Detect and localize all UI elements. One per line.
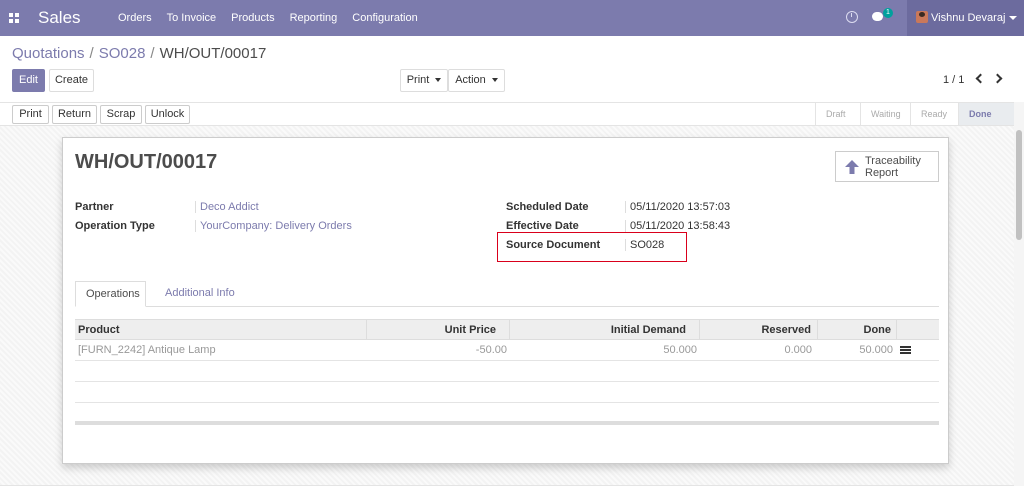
action-label: Action xyxy=(455,74,486,86)
table-empty-row xyxy=(75,361,939,382)
partner-label: Partner xyxy=(75,201,114,213)
record-title: WH/OUT/00017 xyxy=(75,151,218,173)
print-button[interactable]: Print xyxy=(12,105,49,124)
create-button[interactable]: Create xyxy=(49,69,94,92)
breadcrumb-current: WH/OUT/00017 xyxy=(159,45,267,62)
top-navbar: Sales Orders To Invoice Products Reporti… xyxy=(0,0,1024,36)
column-header-unit-price[interactable]: Unit Price xyxy=(367,320,510,340)
tab-operations[interactable]: Operations xyxy=(75,281,146,307)
detailed-operations-list-icon[interactable] xyxy=(900,346,911,354)
source-document-highlight xyxy=(497,232,687,262)
breadcrumb-so028[interactable]: SO028 xyxy=(99,45,146,62)
stage-done: Done xyxy=(958,103,1014,125)
column-header-product[interactable]: Product xyxy=(75,320,367,340)
initial-demand-cell: 50.000 xyxy=(663,344,697,356)
done-cell: 50.000 xyxy=(859,344,893,356)
column-header-reserved[interactable]: Reserved xyxy=(700,320,818,340)
table-footer xyxy=(75,421,939,425)
caret-down-icon xyxy=(1009,16,1017,20)
chevron-right-icon[interactable] xyxy=(992,73,1003,84)
scrollbar-thumb[interactable] xyxy=(1016,130,1022,240)
statusbar: Print Return Scrap Unlock Draft Waiting … xyxy=(0,102,1024,126)
app-name[interactable]: Sales xyxy=(38,8,81,28)
chevron-left-icon[interactable] xyxy=(975,73,986,84)
avatar xyxy=(916,11,928,23)
column-header-done[interactable]: Done xyxy=(818,320,897,340)
pager-value[interactable]: 1 / 1 xyxy=(943,74,964,86)
reserved-cell: 0.000 xyxy=(784,344,812,356)
table-header: Product Unit Price Initial Demand Reserv… xyxy=(75,319,939,340)
menu-item-configuration[interactable]: Configuration xyxy=(352,12,417,24)
stage-draft: Draft xyxy=(815,103,860,125)
partner-link[interactable]: Deco Addict xyxy=(195,201,259,213)
user-menu[interactable]: Vishnu Devaraj xyxy=(907,0,1024,36)
effective-date-label: Effective Date xyxy=(506,220,579,232)
product-cell: [FURN_2242] Antique Lamp xyxy=(78,344,216,356)
return-button[interactable]: Return xyxy=(52,105,97,124)
menu-item-orders[interactable]: Orders xyxy=(118,12,152,24)
scheduled-date-value: 05/11/2020 13:57:03 xyxy=(625,201,730,213)
stage-ready: Ready xyxy=(910,103,958,125)
menu-item-reporting[interactable]: Reporting xyxy=(290,12,338,24)
traceability-report-button[interactable]: Traceability Report xyxy=(835,151,939,182)
column-header-initial-demand[interactable]: Initial Demand xyxy=(510,320,700,340)
action-dropdown-button[interactable]: Action xyxy=(448,69,505,92)
apps-menu-icon[interactable] xyxy=(9,13,19,23)
scrap-button[interactable]: Scrap xyxy=(100,105,142,124)
operation-type-link[interactable]: YourCompany: Delivery Orders xyxy=(195,220,352,232)
breadcrumb-separator: / xyxy=(150,45,155,62)
tab-additional-info[interactable]: Additional Info xyxy=(155,281,245,307)
user-name: Vishnu Devaraj xyxy=(931,12,1006,24)
table-empty-row xyxy=(75,382,939,403)
operations-table: Product Unit Price Initial Demand Reserv… xyxy=(75,319,939,425)
menu-item-products[interactable]: Products xyxy=(231,12,274,24)
operation-type-label: Operation Type xyxy=(75,220,155,232)
arrow-up-icon xyxy=(845,160,859,174)
print-dropdown-button[interactable]: Print xyxy=(400,69,448,92)
traceability-report-label: Traceability Report xyxy=(865,155,921,179)
breadcrumb-separator: / xyxy=(89,45,94,62)
caret-down-icon xyxy=(435,78,442,83)
form-sheet: WH/OUT/00017 Traceability Report Partner… xyxy=(62,137,949,464)
scheduled-date-label: Scheduled Date xyxy=(506,201,589,213)
menu-item-to-invoice[interactable]: To Invoice xyxy=(167,12,217,24)
edit-button[interactable]: Edit xyxy=(12,69,45,92)
print-label: Print xyxy=(406,74,430,86)
unlock-button[interactable]: Unlock xyxy=(145,105,190,124)
effective-date-value: 05/11/2020 13:58:43 xyxy=(625,220,730,232)
activity-clock-icon[interactable] xyxy=(846,11,858,23)
notebook-tabs: Operations Additional Info xyxy=(75,281,939,307)
unit-price-cell: -50.00 xyxy=(475,344,507,356)
status-stages: Draft Waiting Ready Done xyxy=(815,103,1014,125)
table-row[interactable]: [FURN_2242] Antique Lamp -50.00 50.000 0… xyxy=(75,340,939,361)
breadcrumb-quotations[interactable]: Quotations xyxy=(12,45,85,62)
stage-waiting: Waiting xyxy=(860,103,910,125)
messaging-chat-icon[interactable] xyxy=(872,12,883,21)
main-menu: Orders To Invoice Products Reporting Con… xyxy=(118,12,433,24)
breadcrumb: Quotations / SO028/WH/OUT/00017 xyxy=(12,45,266,62)
caret-down-icon xyxy=(491,78,498,83)
chat-count-badge: 1 xyxy=(883,8,893,18)
